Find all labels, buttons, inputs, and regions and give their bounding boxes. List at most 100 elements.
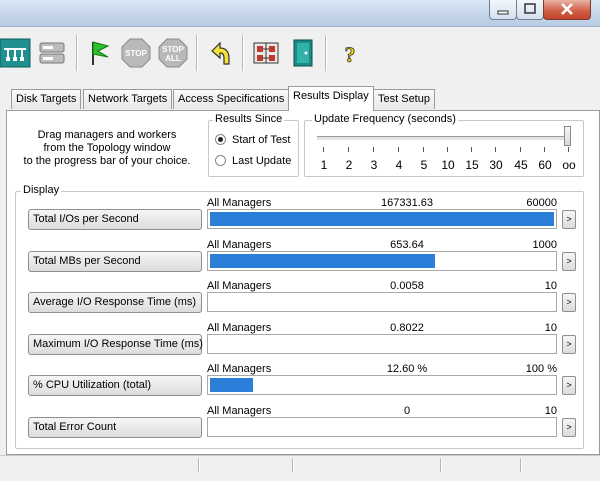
row-value: 0.0058 (390, 280, 424, 292)
metric-select-button[interactable]: Total I/Os per Second (28, 209, 202, 230)
result-progress-bar[interactable] (207, 333, 557, 354)
result-progress-bar[interactable] (207, 209, 557, 229)
tab-test-setup[interactable]: Test Setup (373, 89, 435, 109)
results-since-title: Results Since (213, 113, 285, 125)
drag-hint-line-1: Drag managers and workers (37, 129, 177, 141)
row-source-label: All Managers (207, 363, 272, 375)
expand-results-button[interactable]: > (562, 334, 576, 354)
expand-results-button[interactable]: > (562, 251, 576, 271)
row-max-value: 10 (544, 404, 557, 417)
toolbar-separator (242, 35, 244, 71)
frequency-tick-mark (447, 147, 448, 152)
minimize-icon (497, 10, 509, 15)
frequency-tick-label: 30 (489, 158, 503, 172)
reset-workers-button[interactable] (204, 37, 236, 69)
result-progress-bar[interactable] (207, 375, 557, 395)
row-source-label: All Managers (207, 238, 272, 251)
tab-network-targets[interactable]: Network Targets (83, 89, 173, 109)
frequency-tick-mark (544, 147, 545, 152)
status-divider (520, 458, 522, 472)
start-flag-icon (92, 41, 110, 65)
exit-button[interactable] (287, 37, 319, 69)
drag-hint-line-3: to the progress bar of your choice. (23, 155, 191, 167)
svg-text:STOP: STOP (162, 45, 184, 54)
disk-icon (39, 42, 65, 64)
frequency-tick-label: 2 (345, 158, 353, 172)
metric-select-button[interactable]: Average I/O Response Time (ms) (28, 292, 202, 313)
update-frequency-slider-track[interactable] (317, 136, 571, 141)
tab-results-display[interactable]: Results Display (288, 86, 374, 111)
frequency-tick-label: 45 (514, 158, 528, 172)
stop-icon: STOP (121, 38, 151, 68)
config-button[interactable] (250, 37, 282, 69)
frequency-tick-label: 3 (370, 158, 378, 172)
toolbar: STOP STOP ALL ? (0, 27, 600, 79)
tab-disk-targets[interactable]: Disk Targets (11, 89, 82, 109)
metric-select-button[interactable]: Total Error Count (28, 416, 202, 438)
maximize-icon (524, 3, 536, 14)
metric-select-button[interactable]: Maximum I/O Response Time (ms) (28, 333, 203, 355)
row-source-label: All Managers (207, 321, 272, 334)
status-divider (292, 458, 294, 472)
frequency-tick-label: 4 (395, 158, 403, 172)
metric-select-button[interactable]: Total MBs per Second (28, 250, 202, 272)
update-frequency-slider-thumb[interactable] (564, 126, 571, 146)
frequency-tick-mark (568, 147, 569, 152)
row-source-label: All Managers (207, 404, 272, 417)
update-frequency-title: Update Frequency (seconds) (312, 113, 458, 125)
row-value: 0.8022 (390, 321, 424, 334)
start-tests-button[interactable] (84, 37, 116, 69)
expand-results-button[interactable]: > (562, 376, 576, 395)
drag-hint-line-2: from the Topology window (43, 142, 171, 154)
row-value: 653.64 (390, 238, 424, 251)
svg-text:?: ? (345, 42, 356, 67)
close-icon (561, 3, 573, 15)
display-title: Display (21, 184, 62, 196)
row-value: 12.60 % (386, 363, 428, 375)
frequency-tick-mark (471, 147, 472, 152)
row-max-value: 1000 (532, 238, 557, 251)
close-button[interactable] (543, 0, 591, 20)
expand-results-button[interactable]: > (562, 293, 576, 312)
result-progress-bar[interactable] (207, 416, 557, 437)
frequency-tick-label: 10 (441, 158, 455, 172)
result-progress-fill (210, 253, 435, 268)
row-max-value: 60000 (526, 197, 557, 209)
radio-last-update[interactable] (215, 155, 226, 166)
expand-results-button[interactable]: > (562, 417, 576, 437)
svg-text:STOP: STOP (125, 49, 147, 58)
status-bar (0, 455, 600, 474)
radio-start-of-test[interactable] (215, 134, 226, 145)
radio-last-update-label[interactable]: Last Update (232, 155, 291, 167)
row-max-value: 100 % (525, 363, 557, 375)
frequency-tick-mark (373, 147, 374, 152)
minimize-button[interactable] (489, 0, 517, 20)
stop-all-button[interactable]: STOP ALL (157, 37, 189, 69)
stop-button[interactable]: STOP (120, 37, 152, 69)
result-progress-fill (210, 378, 253, 392)
frequency-tick-mark (398, 147, 399, 152)
help-button[interactable]: ? (334, 37, 366, 69)
radio-start-of-test-label[interactable]: Start of Test (232, 134, 291, 146)
frequency-tick-label: 5 (420, 158, 428, 172)
results-since-group (208, 120, 299, 177)
result-progress-bar[interactable] (207, 292, 557, 312)
result-progress-bar[interactable] (207, 250, 557, 271)
toolbar-separator (76, 35, 78, 71)
status-divider (198, 458, 200, 472)
frequency-tick-mark (520, 147, 521, 152)
row-max-value: 10 (544, 321, 557, 334)
status-divider (440, 458, 442, 472)
disk-worker-button[interactable] (37, 37, 69, 69)
row-value: 167331.63 (381, 197, 433, 209)
exit-icon (293, 39, 313, 67)
topology-button[interactable] (0, 37, 34, 69)
reset-workers-icon (211, 41, 230, 65)
tab-access-specifications[interactable]: Access Specifications (173, 89, 290, 109)
expand-results-button[interactable]: > (562, 210, 576, 229)
metric-select-button[interactable]: % CPU Utilization (total) (28, 375, 202, 396)
frequency-tick-label: 15 (465, 158, 479, 172)
frequency-tick-label: 1 (320, 158, 328, 172)
help-icon: ? (344, 42, 356, 68)
maximize-button[interactable] (516, 0, 544, 20)
